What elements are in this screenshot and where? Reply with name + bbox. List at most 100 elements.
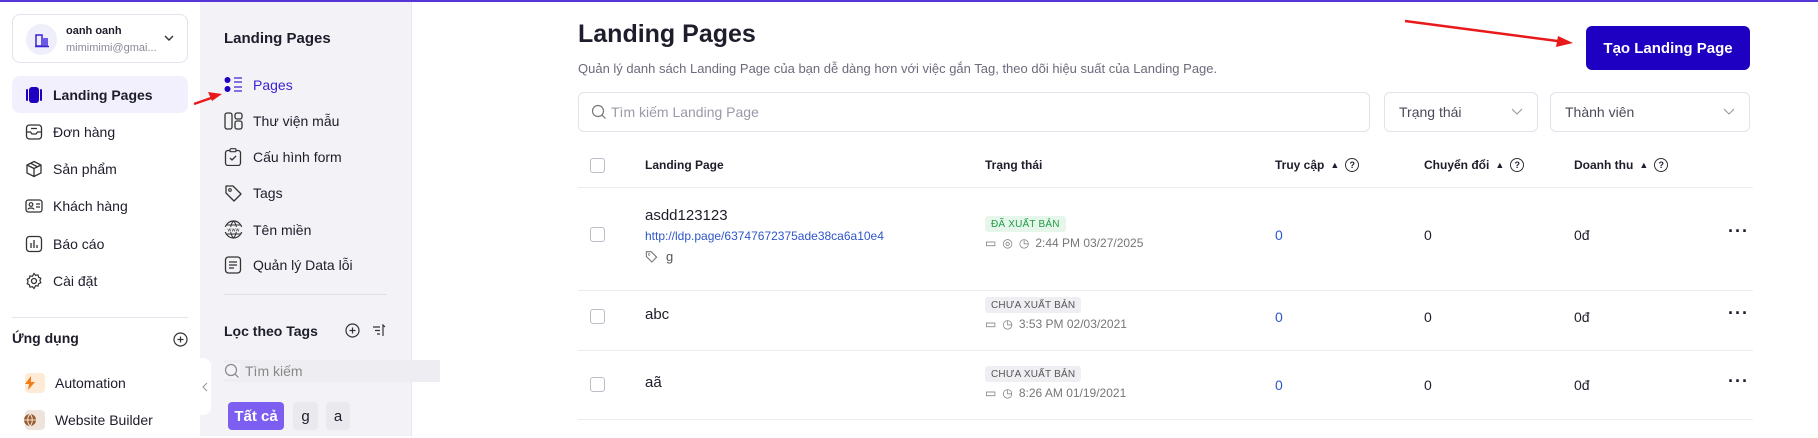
page-name[interactable]: abc	[645, 306, 669, 323]
updated-time: 3:53 PM 02/03/2021	[1018, 317, 1127, 331]
column-label: Doanh thu	[1574, 158, 1634, 172]
divider	[578, 419, 1753, 420]
page-name[interactable]: asdd123123	[645, 207, 728, 224]
page-subtitle: Quản lý danh sách Landing Page của bạn d…	[578, 61, 1218, 76]
subnav-label: Pages	[253, 77, 293, 93]
app-automation[interactable]: Automation	[12, 364, 188, 401]
search-icon	[591, 104, 606, 119]
page-title: Landing Pages	[578, 20, 756, 48]
nav-label: Sản phẩm	[53, 160, 117, 177]
subnav-label: Cấu hình form	[253, 149, 342, 165]
sort-icon[interactable]: ▲	[1330, 160, 1339, 170]
page-meta: ▭ ◷ 8:26 AM 01/19/2021	[985, 386, 1126, 400]
column-header-landing-page: Landing Page	[645, 158, 724, 172]
tag-chip[interactable]: g	[293, 402, 318, 430]
divider	[578, 290, 1753, 291]
subnav-error-data[interactable]: Quản lý Data lỗi	[224, 256, 353, 274]
member-filter-dropdown[interactable]: Thành viên	[1550, 92, 1750, 132]
clipboard-check-icon	[224, 148, 242, 166]
account-switcher[interactable]: oanh oanh mimimimi@gmai...	[12, 14, 188, 63]
status-filter-label: Trạng thái	[1399, 104, 1462, 120]
collapse-sidebar-button[interactable]	[199, 358, 211, 415]
nav-landing-pages[interactable]: Landing Pages	[12, 76, 188, 113]
help-icon[interactable]: ?	[1510, 158, 1525, 172]
gear-icon	[26, 271, 42, 290]
list-icon	[224, 77, 242, 92]
create-landing-page-button[interactable]: Tạo Landing Page	[1586, 26, 1750, 70]
column-header-conversions[interactable]: Chuyển đổi ▲?	[1424, 158, 1525, 172]
chevron-down-icon	[164, 35, 174, 41]
account-email: mimimimi@gmai...	[66, 42, 157, 54]
page-meta: ▭ ◎ ◷ 2:44 PM 03/27/2025	[985, 236, 1143, 250]
tag-search-input[interactable]: Tìm kiếm	[224, 360, 440, 382]
visits-value[interactable]: 0	[1275, 377, 1283, 393]
subnav-form-config[interactable]: Cấu hình form	[224, 148, 342, 166]
divider	[224, 294, 387, 295]
status-filter-dropdown[interactable]: Trạng thái	[1384, 92, 1538, 132]
select-all-checkbox[interactable]	[590, 158, 605, 173]
column-label: Chuyển đổi	[1424, 158, 1490, 172]
chevron-down-icon	[1723, 108, 1735, 115]
sort-icon[interactable]: ▲	[1495, 160, 1504, 170]
divider	[578, 350, 1753, 351]
member-filter-label: Thành viên	[1565, 104, 1635, 120]
landing-page-search-input[interactable]: Tìm kiếm Landing Page	[578, 92, 1370, 132]
nav-customers[interactable]: Khách hàng	[12, 187, 188, 224]
primary-sidebar: oanh oanh mimimimi@gmai... Landing Pages…	[0, 2, 200, 436]
page-url-link[interactable]: http://ldp.page/63747672375ade38ca6a10e4	[645, 229, 884, 243]
tag-label: g	[666, 249, 674, 264]
subnav-pages[interactable]: Pages	[224, 76, 293, 94]
app-label: Automation	[55, 374, 126, 391]
divider	[12, 317, 188, 318]
subnav-label: Quản lý Data lỗi	[253, 257, 353, 273]
tag-filter-title: Lọc theo Tags	[224, 323, 318, 339]
sort-icon[interactable]	[372, 324, 386, 337]
visits-value[interactable]: 0	[1275, 227, 1283, 243]
row-checkbox[interactable]	[590, 309, 605, 324]
column-header-visits[interactable]: Truy cập ▲?	[1275, 158, 1360, 172]
more-actions-icon[interactable]: ···	[1728, 221, 1749, 242]
help-icon[interactable]: ?	[1345, 158, 1360, 172]
template-library-icon	[224, 112, 243, 130]
subnav-title: Landing Pages	[224, 30, 331, 47]
row-checkbox[interactable]	[590, 227, 605, 242]
add-tag-icon[interactable]	[345, 323, 360, 338]
report-chart-icon	[25, 235, 43, 252]
landing-pages-icon	[26, 86, 42, 103]
tag-chip-all[interactable]: Tất cả	[228, 402, 284, 430]
nav-settings[interactable]: Cài đặt	[12, 262, 188, 299]
help-icon[interactable]: ?	[1654, 158, 1669, 172]
building-icon	[34, 33, 49, 47]
tag-chip[interactable]: a	[326, 402, 350, 430]
avatar	[26, 24, 57, 55]
nav-orders[interactable]: Đơn hàng	[12, 113, 188, 150]
column-label: Truy cập	[1275, 158, 1325, 172]
secondary-sidebar: Landing Pages Pages Thư viện mẫu Cấu hìn…	[200, 2, 440, 436]
column-header-revenue[interactable]: Doanh thu ▲?	[1574, 158, 1669, 172]
orders-icon	[25, 123, 43, 140]
subnav-template-library[interactable]: Thư viện mẫu	[224, 112, 339, 130]
nav-products[interactable]: Sản phẩm	[12, 150, 188, 187]
nav-reports[interactable]: Báo cáo	[12, 225, 188, 262]
app-website-builder[interactable]: Website Builder	[12, 401, 188, 438]
nav-label: Đơn hàng	[53, 123, 116, 140]
nav-label: Landing Pages	[53, 86, 153, 103]
updated-time: 8:26 AM 01/19/2021	[1018, 386, 1127, 400]
page-tags: g	[645, 249, 673, 264]
more-actions-icon[interactable]: ···	[1728, 371, 1749, 392]
page-name[interactable]: aã	[645, 374, 662, 391]
row-checkbox[interactable]	[590, 377, 605, 392]
device-icon: ▭	[985, 236, 997, 250]
subnav-tags[interactable]: Tags	[224, 184, 283, 202]
add-app-icon[interactable]	[173, 332, 188, 347]
conversions-value: 0	[1424, 377, 1432, 393]
status-badge: CHƯA XUẤT BẢN	[985, 366, 1082, 382]
svg-text:www: www	[227, 227, 239, 233]
visits-value[interactable]: 0	[1275, 309, 1283, 325]
sort-icon[interactable]: ▲	[1639, 160, 1648, 170]
nav-label: Khách hàng	[53, 197, 128, 214]
subnav-domains[interactable]: www Tên miền	[224, 220, 311, 239]
conversions-value: 0	[1424, 227, 1432, 243]
app-label: Website Builder	[55, 411, 153, 428]
more-actions-icon[interactable]: ···	[1728, 303, 1749, 324]
